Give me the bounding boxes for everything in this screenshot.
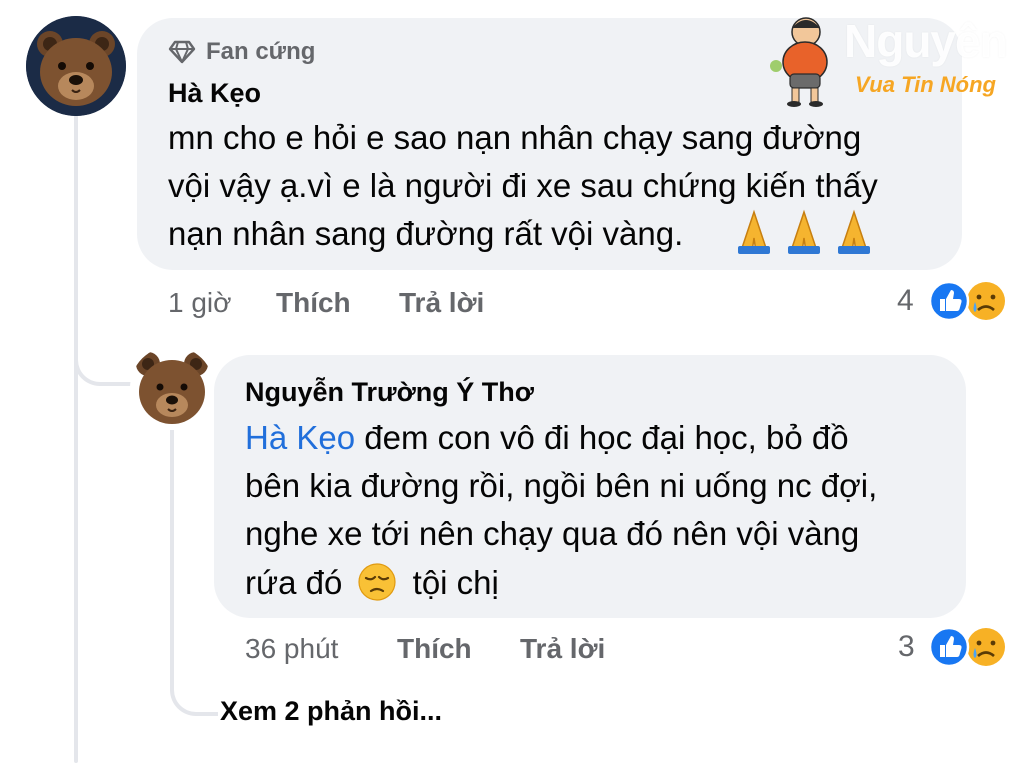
reply-thread-connector xyxy=(170,660,218,716)
reactions-summary[interactable] xyxy=(928,280,1008,322)
reply-time[interactable]: 36 phút xyxy=(245,633,338,665)
reply-text-span: tội chị xyxy=(412,564,499,601)
reply-text-line: bên kia đường rồi, ngồi bên ni uống nc đ… xyxy=(245,467,878,504)
reply-author[interactable]: Nguyễn Trường Ý Thơ xyxy=(245,377,534,408)
reply-text-line: nghe xe tới nên chạy qua đó nên vội vàng xyxy=(245,515,860,552)
reply-thread-line xyxy=(170,430,174,688)
reply-text-line: rứa đó tội chị xyxy=(245,562,499,603)
reply-text-line: Hà Kẹo đem con vô đi học đại học, bỏ đồ xyxy=(245,418,849,458)
reply-button[interactable]: Trả lời xyxy=(520,633,605,665)
folded-hands-emoji xyxy=(738,209,870,254)
reactions-summary[interactable] xyxy=(928,626,1008,668)
comment-time[interactable]: 1 giờ xyxy=(168,287,232,319)
view-more-replies-link[interactable]: Xem 2 phản hồi... xyxy=(220,696,442,727)
avatar[interactable] xyxy=(26,16,126,116)
watermark-name: Nguyên xyxy=(844,15,1008,67)
like-button[interactable]: Thích xyxy=(397,633,472,665)
reply-button[interactable]: Trả lời xyxy=(399,287,484,319)
bear-avatar-icon xyxy=(136,352,208,424)
reaction-count[interactable]: 3 xyxy=(898,630,915,664)
diamond-icon xyxy=(168,40,196,64)
mention-link[interactable]: Hà Kẹo xyxy=(245,419,355,456)
comment-author[interactable]: Hà Kẹo xyxy=(168,78,261,109)
comment-text-line: vội vậy ạ.vì e là người đi xe sau chứng … xyxy=(168,167,878,204)
pensive-face-emoji xyxy=(358,563,397,601)
thread-connector xyxy=(74,330,136,386)
fan-badge: Fan cứng xyxy=(168,38,315,66)
like-button[interactable]: Thích xyxy=(276,287,351,319)
reaction-count[interactable]: 4 xyxy=(897,284,914,318)
watermark-tagline: Vua Tin Nóng xyxy=(855,72,996,97)
badge-label: Fan cứng xyxy=(206,38,316,65)
mascot-logo-icon xyxy=(770,17,828,107)
bear-avatar-icon xyxy=(26,16,126,116)
comment-text-line: nạn nhân sang đường rất vội vàng. xyxy=(168,214,683,254)
thread-line xyxy=(74,115,78,763)
reply-text-span: đem con vô đi học đại học, bỏ đồ xyxy=(355,419,849,456)
comment-text-span: nạn nhân sang đường rất vội vàng. xyxy=(168,215,684,252)
reply-text-span: rứa đó xyxy=(245,564,343,601)
avatar[interactable] xyxy=(130,346,214,430)
comment-text-line: mn cho e hỏi e sao nạn nhân chạy sang đư… xyxy=(168,119,862,156)
